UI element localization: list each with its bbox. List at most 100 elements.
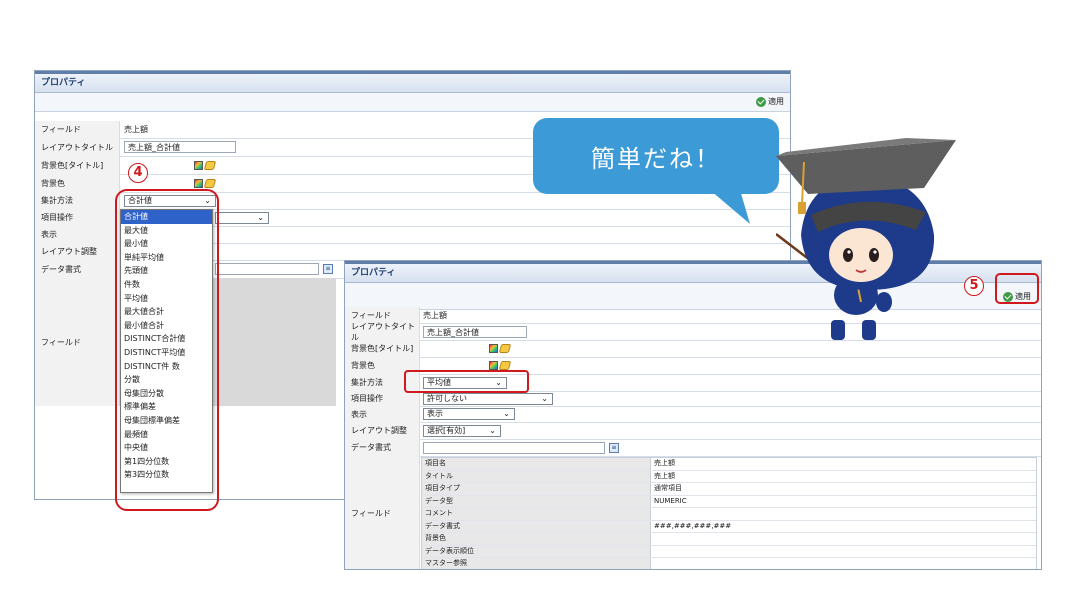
p2-label-item-op: 項目操作 xyxy=(345,391,420,406)
field-table-row: データ表示順位 xyxy=(422,545,1036,558)
field-table-key: 項目名 xyxy=(422,458,651,470)
p2-row-item-op: 項目操作 許可しない ⌄ xyxy=(345,391,1041,407)
field-table-value: 通常項目 xyxy=(654,484,682,492)
p1-label-layout-title: レイアウトタイトル xyxy=(35,138,120,156)
p1-label-bg: 背景色 xyxy=(35,174,120,192)
field-table-value: NUMERIC xyxy=(654,496,687,505)
p2-layout-adj-select[interactable]: 選択[有効] ⌄ xyxy=(423,424,501,437)
p1-field-block-grid xyxy=(211,278,336,406)
field-properties-table: 項目名 売上額 タイトル 売上額 項目タイプ 通常項目 データ型 NUMERIC コメント データ… xyxy=(421,457,1037,569)
field-table-row: タイトル 売上額 xyxy=(422,470,1036,483)
p2-item-op-cell: 許可しない ⌄ xyxy=(419,391,553,406)
field-table-key: データ型 xyxy=(422,495,651,507)
field-table-key: 項目タイプ xyxy=(422,483,651,495)
step-5-badge: 5 xyxy=(964,276,984,296)
panel-1-header: プロパティ xyxy=(35,74,790,93)
p1-layout-title-cell: 売上額_合計値 xyxy=(120,138,236,156)
color-palette-icon[interactable] xyxy=(194,160,203,170)
color-palette-icon[interactable] xyxy=(489,361,498,370)
p1-label-agg: 集計方法 xyxy=(35,192,120,209)
p1-label-field: フィールド xyxy=(35,121,120,138)
format-icon[interactable]: ≡ xyxy=(323,264,333,274)
color-palette-icon[interactable] xyxy=(489,344,498,353)
field-table-value xyxy=(651,508,1036,520)
speech-bubble-text: 簡単だね！ xyxy=(591,144,721,173)
chevron-down-icon: ⌄ xyxy=(489,425,496,435)
field-table-key: データ書式 xyxy=(422,520,651,532)
p2-label-display: 表示 xyxy=(345,406,420,422)
field-table-value: 売上額 xyxy=(654,459,675,467)
p1-data-format-input[interactable] xyxy=(215,263,319,275)
p2-layout-title-input[interactable]: 売上額_合計値 xyxy=(423,325,527,338)
p2-label-data-format: データ書式 xyxy=(345,439,420,456)
p2-bg-title-icons xyxy=(485,340,512,357)
field-table-value xyxy=(651,546,1036,558)
p1-item-op-select[interactable]: ⌄ xyxy=(215,211,269,224)
field-table-value xyxy=(651,533,1036,545)
chevron-down-icon: ⌄ xyxy=(541,393,548,403)
field-table-row: データ書式 ###,###,###,### xyxy=(422,520,1036,533)
p2-row-data-format: データ書式 ≡ xyxy=(345,439,1041,457)
p2-layout-adj-select-value: 選択[有効] xyxy=(427,425,466,435)
eraser-icon[interactable] xyxy=(498,344,512,353)
p2-data-format-input[interactable] xyxy=(423,441,605,454)
field-table-row: マスター参照 xyxy=(422,558,1036,569)
p1-label-data-format: データ書式 xyxy=(35,260,120,278)
mascot-illustration xyxy=(776,138,956,340)
field-table-value xyxy=(651,558,1036,569)
p2-label-bg-title: 背景色[タイトル] xyxy=(345,340,420,357)
panel-1-top-line xyxy=(35,71,790,74)
p2-display-select[interactable]: 表示 ⌄ xyxy=(423,408,515,420)
speech-bubble: 簡単だね！ xyxy=(533,118,779,194)
field-table-row: 項目タイプ 通常項目 xyxy=(422,483,1036,496)
p1-bg-icon-group xyxy=(194,178,217,188)
p2-layout-title-cell: 売上額_合計値 xyxy=(419,323,527,340)
p1-layout-title-input[interactable]: 売上額_合計値 xyxy=(124,141,236,153)
p2-item-op-select[interactable]: 許可しない ⌄ xyxy=(423,392,553,405)
p2-value-field: 売上額 xyxy=(423,310,447,320)
step-5-highlight xyxy=(995,273,1039,304)
field-table-row: 背景色 xyxy=(422,533,1036,546)
step-4-highlight xyxy=(115,189,219,511)
field-table-key: コメント xyxy=(422,508,651,520)
field-table-key: データ表示順位 xyxy=(422,545,651,557)
panel-1-toolbar: 適用 xyxy=(35,93,790,112)
chevron-down-icon: ⌄ xyxy=(503,409,510,418)
step-4-badge: 4 xyxy=(128,163,148,183)
p2-label-layout-title: レイアウトタイトル xyxy=(345,322,420,342)
p2-bg-title-icon-group xyxy=(489,344,512,353)
field-table-key: 背景色 xyxy=(422,533,651,545)
format-icon[interactable]: ≡ xyxy=(609,442,619,453)
panel-1-apply-label: 適用 xyxy=(768,97,784,106)
speech-bubble-tail xyxy=(710,190,750,224)
check-circle-icon xyxy=(756,97,766,107)
p1-label-field-block: フィールド xyxy=(35,278,120,406)
eraser-icon[interactable] xyxy=(203,178,217,188)
field-table-row: 項目名 売上額 xyxy=(422,458,1036,471)
eraser-icon[interactable] xyxy=(498,361,512,370)
p2-row-display: 表示 表示 ⌄ xyxy=(345,406,1041,423)
p1-item-op-cell: ⌄ xyxy=(211,209,269,226)
p2-bg-icon-group xyxy=(489,361,512,370)
p2-data-format-cell: ≡ xyxy=(419,439,619,456)
p1-bg-title-icon-group xyxy=(194,160,217,170)
p1-data-format-cell: ≡ xyxy=(211,260,333,278)
p2-display-cell: 表示 ⌄ xyxy=(419,406,515,422)
field-table-value: 売上額 xyxy=(654,471,675,480)
field-table-row: データ型 NUMERIC xyxy=(422,495,1036,508)
p1-label-layout-adj: レイアウト調整 xyxy=(35,243,120,260)
p1-label-bg-title: 背景色[タイトル] xyxy=(35,156,120,174)
field-table-key: タイトル xyxy=(422,470,651,482)
eraser-icon[interactable] xyxy=(203,160,217,170)
p2-layout-adj-cell: 選択[有効] ⌄ xyxy=(419,422,501,439)
p2-display-select-value: 表示 xyxy=(427,409,443,418)
field-table-value: ###,###,###,### xyxy=(654,521,732,530)
p1-bg-title-icons xyxy=(190,156,217,174)
agg-select-highlight xyxy=(404,370,529,393)
field-table-key: マスター参照 xyxy=(422,558,651,569)
field-table-row: コメント xyxy=(422,508,1036,521)
panel-1-apply-button[interactable]: 適用 xyxy=(756,95,784,109)
color-palette-icon[interactable] xyxy=(194,178,203,188)
p1-label-item-op: 項目操作 xyxy=(35,209,120,226)
p2-item-op-select-value: 許可しない xyxy=(427,393,467,403)
